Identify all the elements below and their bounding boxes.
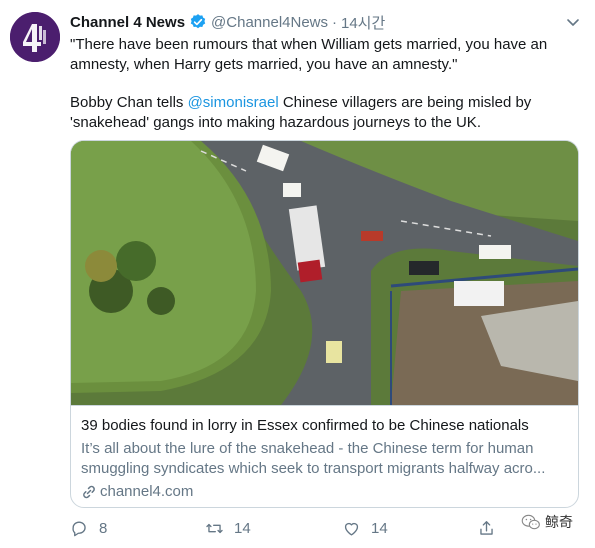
- card-image: [71, 141, 578, 405]
- reply-count: 8: [99, 519, 108, 537]
- avatar[interactable]: [10, 12, 60, 62]
- wechat-icon: [521, 514, 540, 530]
- tweet-text: "There have been rumours that when Willi…: [70, 35, 575, 133]
- watermark: 鲸奇: [521, 512, 573, 532]
- tweet-quote: "There have been rumours that when Willi…: [70, 36, 548, 73]
- share-button[interactable]: [477, 519, 496, 538]
- card-domain-text: channel4.com: [100, 483, 194, 500]
- separator-dot: ·: [332, 13, 337, 31]
- card-description-line: smuggling syndicates which seek to trans…: [81, 460, 546, 477]
- retweet-button[interactable]: 14: [205, 519, 251, 538]
- card-domain[interactable]: channel4.com: [81, 482, 568, 502]
- link-card[interactable]: 39 bodies found in lorry in Essex confir…: [70, 140, 579, 508]
- card-body: 39 bodies found in lorry in Essex confir…: [71, 405, 578, 507]
- channel4-logo-icon: [10, 12, 60, 62]
- retweet-count: 14: [234, 519, 251, 537]
- tweet-header: Channel 4 News @Channel4News · 14시간: [70, 12, 385, 32]
- reply-button[interactable]: 8: [70, 519, 107, 538]
- tweet-body-prefix: Bobby Chan tells: [70, 94, 188, 111]
- author-handle[interactable]: @Channel4News: [211, 14, 328, 31]
- tweet-body: Bobby Chan tells @simonisrael Chinese vi…: [70, 93, 575, 133]
- action-bar: 8 14 14: [70, 517, 580, 539]
- card-description-line: It’s all about the lure of the snakehead…: [81, 440, 534, 457]
- like-icon: [344, 522, 359, 536]
- chevron-down-icon[interactable]: [565, 14, 581, 30]
- like-count: 14: [371, 519, 388, 537]
- verified-badge-icon: [189, 13, 207, 31]
- card-description: It’s all about the lure of the snakehead…: [81, 439, 568, 479]
- author-name[interactable]: Channel 4 News: [70, 14, 185, 31]
- retweet-icon: [206, 523, 223, 533]
- link-icon: [83, 485, 95, 499]
- like-button[interactable]: 14: [342, 519, 388, 538]
- tweet-timestamp[interactable]: 14시간: [341, 12, 385, 33]
- mention-link[interactable]: @simonisrael: [188, 94, 279, 111]
- share-icon: [480, 520, 493, 535]
- watermark-text: 鲸奇: [545, 514, 573, 530]
- tweet[interactable]: Channel 4 News @Channel4News · 14시간 "The…: [0, 0, 595, 548]
- reply-icon: [72, 521, 86, 536]
- card-title[interactable]: 39 bodies found in lorry in Essex confir…: [81, 416, 568, 436]
